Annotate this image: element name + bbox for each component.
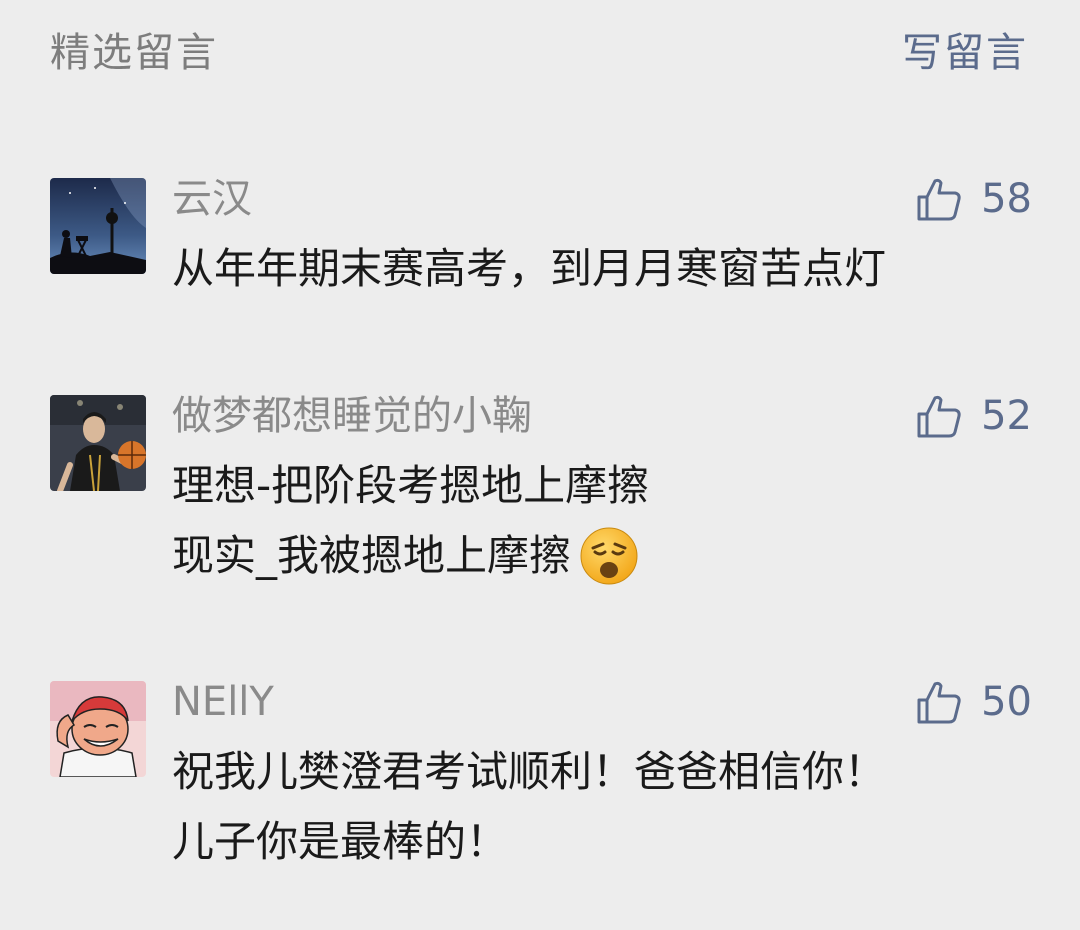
comment-line: 儿子你是最棒的！: [172, 817, 509, 866]
featured-comments-title: 精选留言: [50, 30, 218, 76]
comment-content: 祝我儿樊澄君考试顺利！爸爸相信你！ 儿子你是最棒的！: [172, 737, 1032, 877]
thumbs-up-icon: [917, 178, 961, 221]
comment-nickname: 做梦都想睡觉的小鞠: [172, 393, 532, 439]
comment-line-text: 现实_我被摁地上摩擦: [172, 531, 572, 580]
write-comment-button[interactable]: 写留言: [902, 26, 1028, 80]
thumbs-up-icon: [917, 681, 961, 724]
comment-nickname: 云汉: [172, 176, 252, 222]
thumbs-up-icon: [917, 395, 961, 438]
comment-nickname: NEllY: [172, 679, 274, 725]
comment-content: 从年年期末赛高考，到月月寒窗苦点灯: [172, 234, 1032, 304]
comment-line: 理想-把阶段考摁地上摩擦: [172, 461, 650, 510]
like-button[interactable]: 50: [915, 675, 1032, 729]
like-button[interactable]: 58: [915, 172, 1032, 226]
comment-content: 理想-把阶段考摁地上摩擦 现实_我被摁地上摩擦: [172, 451, 1032, 591]
comments-header: 精选留言 写留言: [0, 0, 1080, 110]
frown-face-emoji-icon: [580, 527, 638, 585]
avatar[interactable]: [50, 395, 146, 491]
avatar[interactable]: [50, 681, 146, 777]
like-button[interactable]: 52: [915, 389, 1032, 443]
comment-line: 从年年期末赛高考，到月月寒窗苦点灯: [172, 244, 887, 293]
like-count: 50: [981, 679, 1032, 725]
like-count: 52: [981, 393, 1032, 439]
comment-line-with-emoji: 现实_我被摁地上摩擦: [172, 521, 1032, 591]
comment-line: 祝我儿樊澄君考试顺利！爸爸相信你！: [172, 747, 887, 796]
like-count: 58: [981, 176, 1032, 222]
avatar[interactable]: [50, 178, 146, 274]
